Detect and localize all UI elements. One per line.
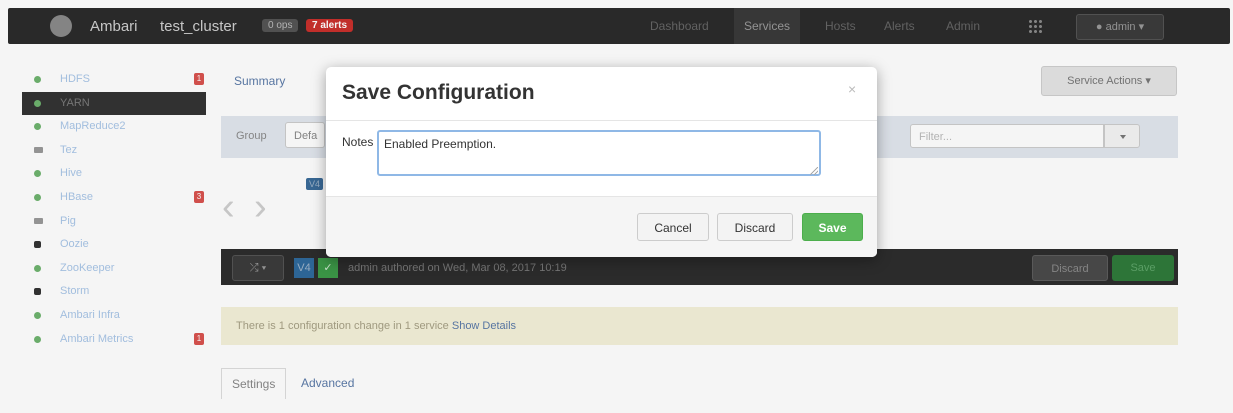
notes-label: Notes <box>342 135 374 149</box>
modal-save-button[interactable]: Save <box>802 213 863 241</box>
modal-title: Save Configuration <box>342 81 535 104</box>
save-configuration-modal: Save Configuration × Notes Cancel Discar… <box>326 67 877 257</box>
modal-divider <box>326 120 877 121</box>
cancel-button[interactable]: Cancel <box>637 213 709 241</box>
notes-textarea[interactable] <box>377 130 821 176</box>
modal-discard-button[interactable]: Discard <box>717 213 793 241</box>
ambari-app: Ambari test_cluster 0 ops 7 alerts Dashb… <box>0 0 1233 413</box>
resize-handle-icon[interactable] <box>810 167 818 175</box>
close-icon[interactable]: × <box>848 81 856 97</box>
modal-footer <box>326 196 877 257</box>
